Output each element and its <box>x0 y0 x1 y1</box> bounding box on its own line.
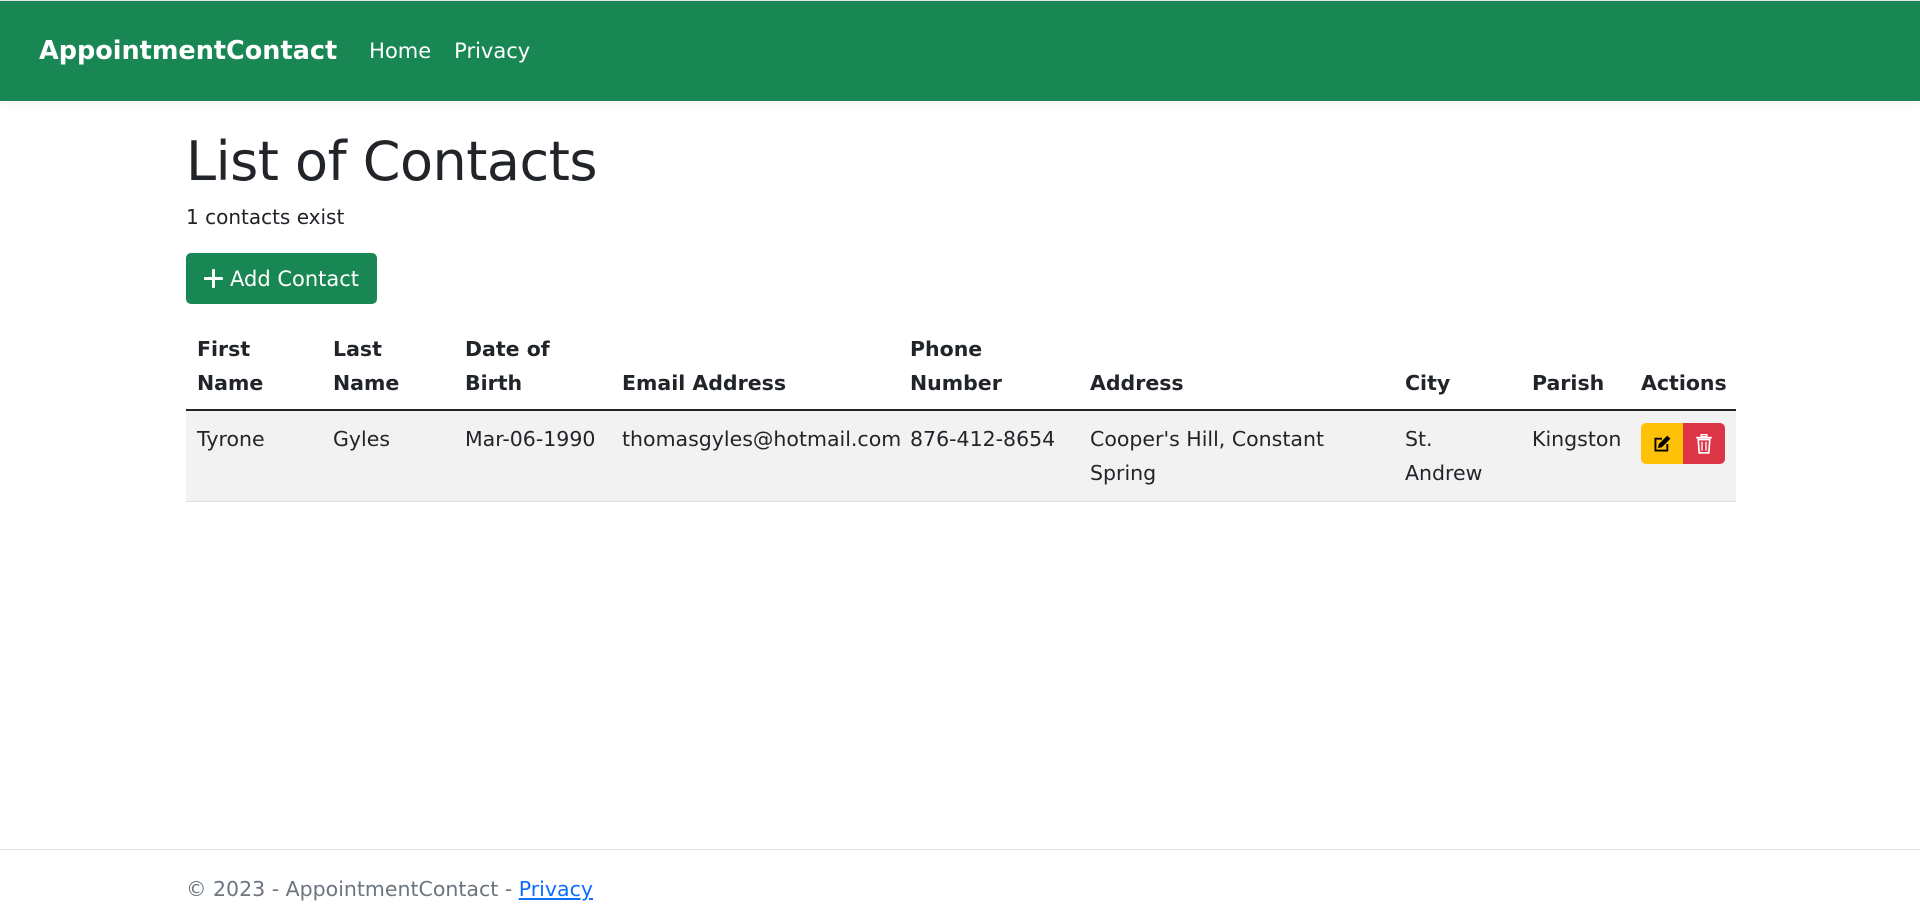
cell-dob: Mar-06-1990 <box>454 410 611 502</box>
header-last-name: Last Name <box>322 332 454 411</box>
edit-icon <box>1654 435 1671 451</box>
plus-icon <box>204 269 223 288</box>
header-city: City <box>1394 332 1521 411</box>
table-header-row: First Name Last Name Date of Birth Email… <box>186 332 1736 411</box>
main-content: List of Contacts 1 contacts exist Add Co… <box>186 101 1736 502</box>
brand-link[interactable]: AppointmentContact <box>39 36 337 66</box>
cell-first-name: Tyrone <box>186 410 322 502</box>
cell-last-name: Gyles <box>322 410 454 502</box>
header-phone: Phone Number <box>899 332 1079 411</box>
table-row: Tyrone Gyles Mar-06-1990 thomasgyles@hot… <box>186 410 1736 502</box>
page-footer: © 2023 - AppointmentContact - Privacy <box>0 849 1920 923</box>
header-date-of-birth: Date of Birth <box>454 332 611 411</box>
cell-actions <box>1630 410 1736 502</box>
header-actions: Actions <box>1630 332 1736 411</box>
footer-privacy-link[interactable]: Privacy <box>519 877 593 901</box>
contacts-table: First Name Last Name Date of Birth Email… <box>186 332 1736 502</box>
add-contact-button[interactable]: Add Contact <box>186 253 378 304</box>
cell-parish: Kingston <box>1521 410 1630 502</box>
header-first-name: First Name <box>186 332 322 411</box>
page-title: List of Contacts <box>186 130 598 193</box>
cell-phone: 876-412-8654 <box>899 410 1079 502</box>
header-address: Address <box>1079 332 1394 411</box>
row-actions <box>1641 423 1725 464</box>
cell-address: Cooper's Hill, Constant Spring <box>1079 410 1394 502</box>
contacts-count: 1 contacts exist <box>186 205 345 229</box>
add-contact-label: Add Contact <box>230 266 360 291</box>
footer-copyright: © 2023 - AppointmentContact - <box>186 877 519 901</box>
header-parish: Parish <box>1521 332 1630 411</box>
cell-email: thomasgyles@hotmail.com <box>611 410 901 502</box>
footer-text: © 2023 - AppointmentContact - Privacy <box>186 877 593 901</box>
top-navbar: AppointmentContact Home Privacy <box>0 0 1920 101</box>
edit-contact-button[interactable] <box>1641 423 1683 464</box>
trash-icon <box>1696 433 1712 454</box>
nav-link-privacy[interactable]: Privacy <box>454 39 530 63</box>
header-email: Email Address <box>611 332 899 411</box>
nav-link-home[interactable]: Home <box>369 39 431 63</box>
cell-city: St. Andrew <box>1394 410 1521 502</box>
delete-contact-button[interactable] <box>1683 423 1725 464</box>
